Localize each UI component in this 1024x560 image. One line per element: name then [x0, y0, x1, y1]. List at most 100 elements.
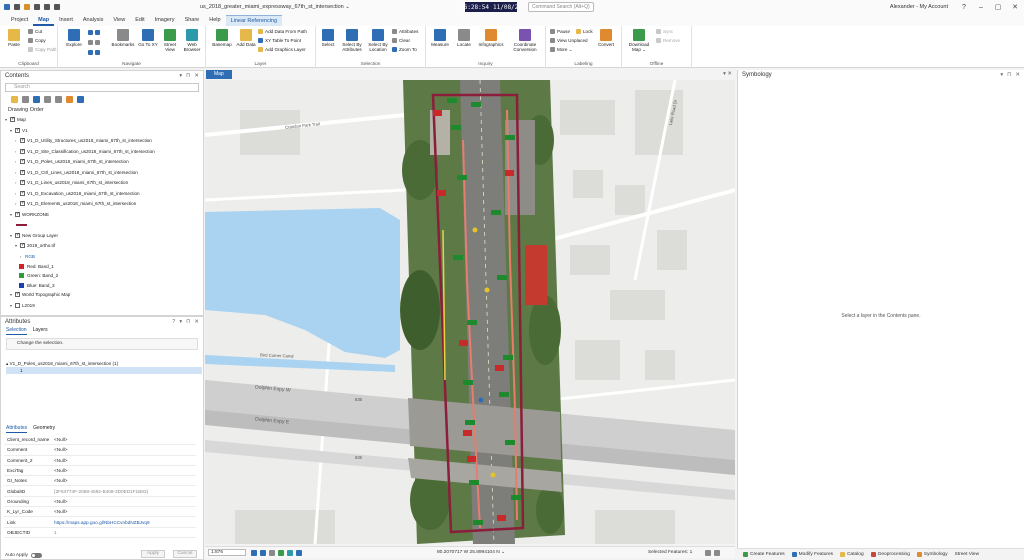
add-data-from-path-button[interactable]: Add Data From Path: [258, 29, 307, 35]
pole-marker[interactable]: [463, 430, 472, 436]
feature-marker[interactable]: [463, 380, 473, 385]
pole-marker[interactable]: [505, 170, 514, 176]
visibility-checkbox[interactable]: [20, 199, 25, 208]
add-data-button[interactable]: Add Data: [236, 29, 256, 47]
tab-geometry[interactable]: Geometry: [33, 425, 55, 433]
street-view-button[interactable]: Street View: [160, 29, 180, 52]
navigator-icon[interactable]: [278, 550, 284, 556]
symbology-options-icon[interactable]: ▾: [1000, 72, 1003, 78]
pane-close-icon[interactable]: ✕: [194, 73, 199, 79]
tab-analysis[interactable]: Analysis: [78, 15, 108, 26]
toggle-switch[interactable]: [30, 553, 42, 558]
tab-modify-features[interactable]: Modify Features: [791, 552, 833, 557]
selected-layer-row[interactable]: ▴ V1_D_Poles_us2018_miami_67th_st_inters…: [6, 360, 202, 367]
snapping-icon[interactable]: [287, 550, 293, 556]
feature-marker[interactable]: [505, 135, 515, 140]
help-icon[interactable]: ?: [959, 4, 969, 11]
attribute-row[interactable]: Comment_2 <Null>: [4, 456, 196, 466]
coordinate-conversion-button[interactable]: Coordinate Conversion: [510, 29, 540, 52]
attribute-row[interactable]: GlobalID {2F64774F-2068-4592-B408-3D0ED1F…: [4, 486, 196, 497]
pole-marker[interactable]: [433, 110, 442, 116]
labeling-list-icon[interactable]: [66, 96, 73, 103]
basemap-button[interactable]: Basemap: [210, 29, 234, 47]
attributes-pin-icon[interactable]: ⊓: [186, 319, 190, 325]
tab-selection[interactable]: Selection: [6, 327, 27, 335]
field-value[interactable]: https://maps.app.goo.gl/NbHCCvnbdNZBJvq9: [54, 520, 150, 525]
go-to-xy-button[interactable]: Go To XY: [138, 29, 158, 47]
attributes-options-icon[interactable]: ▾: [179, 319, 182, 325]
layer-row[interactable]: ▾V1: [10, 126, 28, 135]
visibility-checkbox[interactable]: [20, 241, 25, 250]
feature-marker[interactable]: [447, 98, 457, 103]
selected-features-count[interactable]: Selected Features: 1: [648, 550, 692, 555]
visibility-checkbox[interactable]: [20, 147, 25, 156]
drawing-order-icon[interactable]: [11, 96, 18, 103]
add-graphics-layer-button[interactable]: Add Graphics Layer: [258, 47, 306, 53]
change-selection-bar[interactable]: Change the selection.: [6, 338, 198, 350]
symbology-pin-icon[interactable]: ⊓: [1007, 72, 1011, 78]
window-title[interactable]: us_2018_greater_miami_expressway_67th_st…: [200, 4, 350, 10]
feature-marker[interactable]: [471, 102, 481, 107]
feature-marker[interactable]: [451, 125, 461, 130]
tab-help[interactable]: Help: [204, 15, 225, 26]
copy-button[interactable]: Copy: [28, 38, 46, 44]
tab-layers[interactable]: Layers: [33, 327, 48, 335]
select-button[interactable]: Select: [318, 29, 338, 47]
select-by-attributes-button[interactable]: Select By Attributes: [340, 29, 364, 52]
attributes-help-icon[interactable]: ?: [172, 319, 175, 325]
zoom-full-extent-icon[interactable]: [88, 30, 102, 36]
contents-search-input[interactable]: Search: [5, 83, 199, 92]
tab-geoprocessing[interactable]: Geoprocessing: [870, 552, 910, 557]
tab-view[interactable]: View: [108, 15, 130, 26]
lock-labeling-button[interactable]: Lock: [576, 29, 593, 35]
attribute-row[interactable]: Comment <Null>: [4, 445, 196, 456]
symbology-close-icon[interactable]: ✕: [1015, 72, 1020, 78]
feature-marker[interactable]: [503, 355, 513, 360]
remove-offline-button[interactable]: Remove: [656, 38, 680, 44]
feature-marker[interactable]: [473, 520, 483, 525]
more-labeling-button[interactable]: More ⌄: [550, 47, 573, 53]
feature-marker[interactable]: [453, 255, 463, 260]
apply-button[interactable]: Apply: [141, 550, 165, 558]
map-tab-options-icon[interactable]: ▾ ✕: [723, 71, 732, 77]
map-view-tab[interactable]: Map: [206, 70, 232, 79]
visibility-checkbox[interactable]: [20, 178, 25, 187]
auto-apply-toggle[interactable]: Auto Apply: [5, 553, 42, 558]
layer-row[interactable]: ▾ L2019: [10, 301, 35, 310]
snapping-list-icon[interactable]: [55, 96, 62, 103]
layout-icon[interactable]: [260, 550, 266, 556]
visibility-checkbox[interactable]: [20, 157, 25, 166]
new-project-icon[interactable]: [14, 4, 20, 10]
source-icon[interactable]: [22, 96, 29, 103]
convert-button[interactable]: Convert: [596, 29, 616, 47]
layer-row[interactable]: › RGB: [20, 252, 35, 261]
visibility-checkbox[interactable]: [15, 231, 20, 240]
cut-button[interactable]: Cut: [28, 29, 42, 35]
tab-symbology[interactable]: Symbology: [916, 552, 948, 557]
fixed-zoom-icon[interactable]: [88, 40, 102, 46]
layer-row[interactable]: ›V1_D_Utility_Structures_us2018_miami_67…: [15, 136, 152, 145]
tab-street-view[interactable]: Street View: [955, 552, 979, 557]
pin-icon[interactable]: ⊓: [186, 73, 190, 79]
map-view[interactable]: Crandon Park Trail Lake Road Dr Bird Cor…: [205, 80, 735, 544]
pole-marker[interactable]: [467, 456, 476, 462]
zoom-to-selection-button[interactable]: Zoom To: [392, 47, 417, 53]
coordinate-readout[interactable]: 80.2070717 W 25.8994104 N ⌄: [437, 550, 505, 555]
layer-row[interactable]: ▾Map: [5, 115, 26, 124]
refresh-map-icon[interactable]: [714, 550, 720, 556]
pause-drawing-icon[interactable]: [705, 550, 711, 556]
attributes-close-icon[interactable]: ✕: [194, 319, 199, 325]
pole-marker[interactable]: [495, 365, 504, 371]
save-icon[interactable]: [34, 4, 40, 10]
feature-marker[interactable]: [457, 175, 467, 180]
explore-button[interactable]: Explore: [64, 29, 84, 47]
layer-row[interactable]: ›V1_D_Poles_us2018_miami_67th_st_interse…: [15, 157, 129, 166]
clear-selection-button[interactable]: Clear: [392, 38, 410, 44]
layer-row[interactable]: ›V1_D_Site_Classification_us2018_miami_6…: [15, 147, 155, 156]
pole-marker[interactable]: [459, 340, 468, 346]
point-marker[interactable]: [484, 287, 490, 293]
visibility-checkbox[interactable]: [15, 126, 20, 135]
restore-button[interactable]: ▢: [993, 3, 1003, 11]
feature-marker[interactable]: [497, 275, 507, 280]
download-map-button[interactable]: Download Map ⌄: [626, 29, 652, 52]
